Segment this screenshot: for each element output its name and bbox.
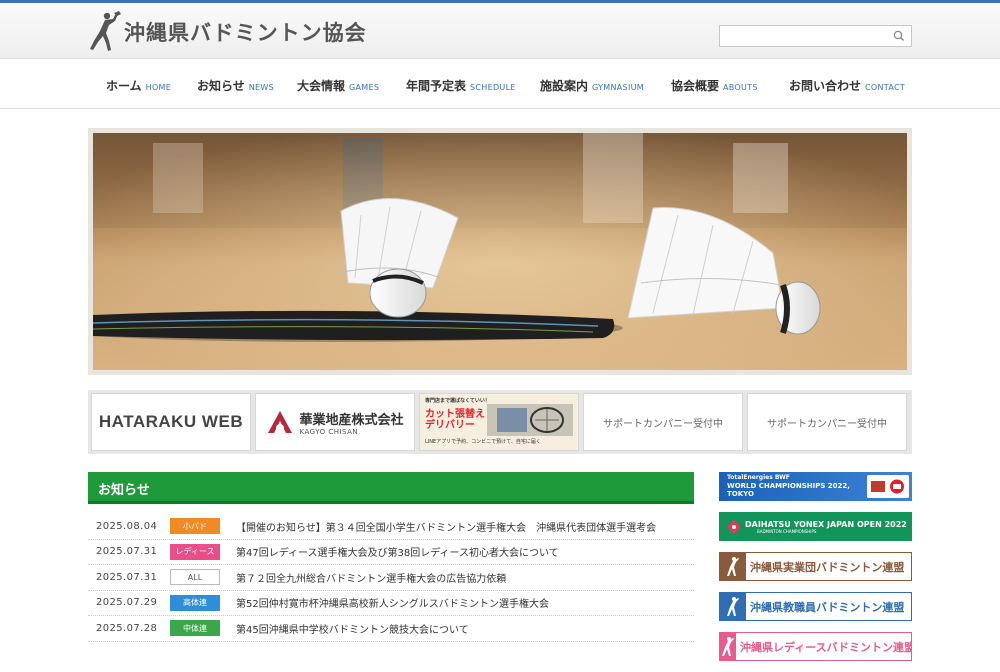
- support-company-slot-2[interactable]: サポートカンパニー受付中: [747, 393, 907, 451]
- kyoshokuin-label: 沖縄県教職員バドミントン連盟: [750, 600, 905, 614]
- cut-delivery-main: カット張替えデリバリー: [425, 409, 485, 431]
- hero-shuttlecock-photo: [93, 133, 907, 370]
- sponsor-hataraku-web[interactable]: HATARAKU WEB: [91, 393, 251, 451]
- search-icon[interactable]: [892, 29, 906, 43]
- news-title-link[interactable]: 第７２回全九州総合バドミントン選手権大会の広告協力依頼: [236, 570, 694, 585]
- sponsor-cut-delivery[interactable]: 専門店まで運ばなくていい！ カット張替えデリバリー LINEアプリで予約、コンビ…: [419, 393, 579, 451]
- news-item[interactable]: 2025.07.31 レディース 第47回レディース選手権大会及び第38回レディース…: [88, 540, 694, 565]
- kyoshokuin-federation-banner[interactable]: 沖縄県教職員バドミントン連盟: [719, 592, 912, 621]
- cut-delivery-top: 専門店まで運ばなくていい！: [425, 398, 490, 404]
- bwf-line-2: WORLD CHAMPIONSHIPS 2022,: [727, 481, 850, 490]
- news-date: 2025.07.31: [96, 571, 158, 583]
- jitsugyodan-federation-banner[interactable]: 沖縄県実業団バドミントン連盟: [719, 552, 912, 581]
- nav-abouts[interactable]: 協会概要 ABOUTS: [671, 77, 758, 94]
- nav-home-label: ホーム: [106, 79, 142, 93]
- nav-home-en: HOME: [145, 83, 172, 92]
- badminton-player-icon: [90, 11, 121, 51]
- nav-gymnasium-label: 施設案内: [540, 79, 589, 93]
- hataraku-web-logo: HATARAKU WEB: [98, 412, 244, 431]
- main-nav: ホーム HOME お知らせ NEWS 大会情報 GAMES 年間予定表 SCHEDULE…: [0, 59, 1000, 109]
- nav-schedule-en: SCHEDULE: [470, 83, 516, 92]
- daihatsu-sub: BADMINTON CHAMPIONSHIPS: [757, 528, 817, 534]
- site-header: 沖縄県バドミントン協会: [0, 3, 1000, 59]
- nav-gymnasium-en: GYMNASIUM: [592, 83, 644, 92]
- ladies-federation-banner[interactable]: 沖縄県レディースバドミントン連盟: [719, 632, 912, 661]
- news-section: お知らせ 2025.08.04 小バド 【開催のお知らせ】第３４回全国小学生バドミン…: [88, 472, 694, 642]
- news-date: 2025.07.29: [96, 597, 158, 609]
- news-item[interactable]: 2025.07.31 ALL 第７２回全九州総合バドミントン選手権大会の広告協力依頼: [88, 565, 694, 591]
- player-silhouette-icon: [722, 636, 734, 656]
- nav-games-en: GAMES: [349, 83, 380, 92]
- hero-image-frame: [88, 128, 912, 375]
- news-category-badge: ALL: [170, 569, 220, 586]
- news-date: 2025.08.04: [96, 520, 158, 532]
- nav-abouts-en: ABOUTS: [723, 83, 758, 92]
- nav-schedule[interactable]: 年間予定表 SCHEDULE: [406, 77, 516, 94]
- search-box[interactable]: [719, 25, 912, 48]
- nav-games[interactable]: 大会情報 GAMES: [297, 77, 379, 94]
- bwf-world-championships-banner[interactable]: TotalEnergies BWF WORLD CHAMPIONSHIPS 20…: [719, 472, 912, 501]
- news-category-badge: 小バド: [170, 518, 220, 535]
- news-date: 2025.07.31: [96, 546, 158, 558]
- news-category-badge: 中体連: [170, 620, 220, 637]
- support-company-slot-1[interactable]: サポートカンパニー受付中: [583, 393, 743, 451]
- player-silhouette-icon: [727, 596, 739, 616]
- kagyo-logo-icon: [268, 411, 293, 433]
- jitsugyodan-label: 沖縄県実業団バドミントン連盟: [750, 560, 905, 574]
- site-logo[interactable]: 沖縄県バドミントン協会: [88, 9, 367, 55]
- support-company-text-2: サポートカンパニー受付中: [767, 418, 887, 430]
- news-category-badge: 高体連: [170, 594, 220, 611]
- bwf-line-3: TOKYO: [727, 489, 754, 498]
- news-item[interactable]: 2025.08.04 小バド 【開催のお知らせ】第３４回全国小学生バドミントン選手権…: [88, 514, 694, 540]
- nav-news-label: お知らせ: [197, 79, 245, 93]
- sponsor-kagyo-chisan[interactable]: 華業地産株式会社 KAGYO CHISAN: [255, 393, 415, 451]
- news-item[interactable]: 2025.07.29 高体連 第52回仲村寛市杯沖縄県高校新人シングルスバドミントン…: [88, 591, 694, 616]
- nav-contact[interactable]: お問い合わせ CONTACT: [789, 77, 905, 94]
- news-item[interactable]: 2025.07.28 中体連 第45回沖縄県中学校バドミントン競技大会について: [88, 616, 694, 642]
- daihatsu-yonex-japan-open-banner[interactable]: DAIHATSU YONEX JAPAN OPEN 2022 BADMINTON…: [719, 512, 912, 541]
- news-title-link[interactable]: 【開催のお知らせ】第３４回全国小学生バドミントン選手権大会 沖縄県代表団体選手選…: [236, 519, 694, 534]
- bwf-emblem-icon: [867, 475, 909, 498]
- flower-emblem-icon: [727, 520, 741, 533]
- kagyo-name: 華業地産株式会社: [299, 412, 404, 428]
- nav-contact-label: お問い合わせ: [789, 79, 862, 93]
- nav-contact-en: CONTACT: [865, 83, 906, 92]
- nav-schedule-label: 年間予定表: [406, 79, 467, 93]
- nav-games-label: 大会情報: [297, 79, 346, 93]
- nav-abouts-label: 協会概要: [671, 79, 720, 93]
- kagyo-en: KAGYO CHISAN: [299, 427, 359, 436]
- news-title-link[interactable]: 第52回仲村寛市杯沖縄県高校新人シングルスバドミントン選手権大会: [236, 595, 694, 610]
- nav-news-en: NEWS: [248, 83, 274, 92]
- site-title: 沖縄県バドミントン協会: [124, 21, 367, 45]
- side-banners: TotalEnergies BWF WORLD CHAMPIONSHIPS 20…: [719, 472, 912, 672]
- daihatsu-title: DAIHATSU YONEX JAPAN OPEN 2022: [745, 519, 907, 529]
- news-title-link[interactable]: 第45回沖縄県中学校バドミントン競技大会について: [236, 621, 694, 636]
- racket-stringing-photo: [487, 404, 573, 436]
- news-list: 2025.08.04 小バド 【開催のお知らせ】第３４回全国小学生バドミントン選手権…: [88, 514, 694, 642]
- player-silhouette-icon: [727, 556, 739, 576]
- ladies-label: 沖縄県レディースバドミントン連盟: [740, 640, 912, 654]
- sponsor-banner-row: HATARAKU WEB 華業地産株式会社 KAGYO CHISAN 専門店まで…: [88, 390, 912, 454]
- news-heading: お知らせ: [88, 472, 694, 504]
- support-company-text-1: サポートカンパニー受付中: [603, 418, 723, 430]
- search-input[interactable]: [720, 28, 890, 48]
- news-category-badge: レディース: [170, 543, 220, 560]
- news-title-link[interactable]: 第47回レディース選手権大会及び第38回レディース初心者大会について: [236, 544, 694, 559]
- bwf-line-1: TotalEnergies BWF: [727, 474, 790, 481]
- news-date: 2025.07.28: [96, 622, 158, 634]
- nav-news[interactable]: お知らせ NEWS: [197, 77, 274, 94]
- cut-delivery-bottom: LINEアプリで予約、コンビニで預けて、自宅に届く: [425, 439, 541, 445]
- nav-gymnasium[interactable]: 施設案内 GYMNASIUM: [540, 77, 644, 94]
- nav-home[interactable]: ホーム HOME: [106, 77, 171, 94]
